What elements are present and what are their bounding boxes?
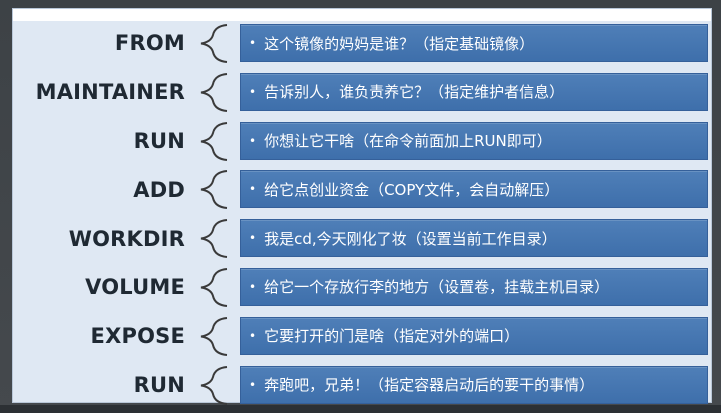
bullet-icon: • xyxy=(249,231,257,246)
bullet-icon: • xyxy=(249,84,257,99)
brace-icon xyxy=(200,316,228,356)
instruction-row: MAINTAINER • 告诉别人，谁负责养它？（指定维护者信息） xyxy=(13,68,713,117)
bullet-icon: • xyxy=(249,377,257,392)
instruction-description-box: • 它要打开的门是啥（指定对外的端口） xyxy=(240,316,708,355)
brace-icon xyxy=(200,170,228,210)
instruction-description: 给它一个存放行李的地方（设置卷，挂载主机目录） xyxy=(264,278,610,297)
instruction-description-box: • 给它一个存放行李的地方（设置卷，挂载主机目录） xyxy=(240,267,708,306)
instruction-description: 它要打开的门是啥（指定对外的端口） xyxy=(264,327,520,346)
instruction-description-box: • 告诉别人，谁负责养它？（指定维护者信息） xyxy=(240,72,708,111)
instruction-keyword: FROM xyxy=(114,31,185,56)
brace-icon xyxy=(200,121,228,161)
instruction-description: 告诉别人，谁负责养它？（指定维护者信息） xyxy=(264,83,565,102)
bullet-icon: • xyxy=(249,279,257,294)
instruction-row: RUN • 奔跑吧，兄弟！（指定容器启动后的要干的事情） xyxy=(13,361,713,410)
instruction-keyword: VOLUME xyxy=(85,275,185,300)
bullet-icon: • xyxy=(249,182,257,197)
instruction-description: 我是cd,今天刚化了妆（设置当前工作目录） xyxy=(264,229,557,248)
brace-icon xyxy=(200,365,228,405)
instruction-row: VOLUME • 给它一个存放行李的地方（设置卷，挂载主机目录） xyxy=(13,263,713,312)
brace-icon xyxy=(200,72,228,112)
slide: FROM • 这个镜像的妈妈是谁？（指定基础镜像） MAINTAINER • 告… xyxy=(12,8,712,405)
instruction-keyword: ADD xyxy=(133,177,185,202)
instruction-list: FROM • 这个镜像的妈妈是谁？（指定基础镜像） MAINTAINER • 告… xyxy=(13,19,713,409)
instruction-row: WORKDIR • 我是cd,今天刚化了妆（设置当前工作目录） xyxy=(13,214,713,263)
instruction-keyword: WORKDIR xyxy=(68,226,185,251)
instruction-description-box: • 我是cd,今天刚化了妆（设置当前工作目录） xyxy=(240,219,708,258)
instruction-row: ADD • 给它点创业资金（COPY文件，会自动解压） xyxy=(13,165,713,214)
instruction-description-box: • 这个镜像的妈妈是谁？（指定基础镜像） xyxy=(240,24,708,62)
bullet-icon: • xyxy=(249,133,257,148)
instruction-row: FROM • 这个镜像的妈妈是谁？（指定基础镜像） xyxy=(13,19,713,68)
instruction-description-box: • 给它点创业资金（COPY文件，会自动解压） xyxy=(240,170,708,209)
instruction-description-box: • 奔跑吧，兄弟！（指定容器启动后的要干的事情） xyxy=(240,365,708,404)
instruction-description-box: • 你想让它干啥（在命令前面加上RUN即可） xyxy=(240,121,708,160)
brace-icon xyxy=(200,219,228,259)
instruction-description: 奔跑吧，兄弟！（指定容器启动后的要干的事情） xyxy=(264,376,595,395)
screen-bottom-strip xyxy=(0,405,721,413)
brace-icon xyxy=(200,24,228,63)
bullet-icon: • xyxy=(249,328,257,343)
brace-icon xyxy=(200,267,228,307)
bullet-icon: • xyxy=(249,36,257,50)
instruction-description: 你想让它干啥（在命令前面加上RUN即可） xyxy=(264,132,552,151)
instruction-keyword: RUN xyxy=(133,128,185,153)
instruction-keyword: MAINTAINER xyxy=(35,80,185,105)
instruction-description: 给它点创业资金（COPY文件，会自动解压） xyxy=(264,180,560,199)
instruction-row: RUN • 你想让它干啥（在命令前面加上RUN即可） xyxy=(13,117,713,166)
instruction-row: EXPOSE • 它要打开的门是啥（指定对外的端口） xyxy=(13,312,713,361)
instruction-keyword: RUN xyxy=(133,372,185,397)
instruction-description: 这个镜像的妈妈是谁？（指定基础镜像） xyxy=(264,34,535,53)
instruction-keyword: EXPOSE xyxy=(90,324,185,349)
screen-frame: FROM • 这个镜像的妈妈是谁？（指定基础镜像） MAINTAINER • 告… xyxy=(0,0,721,413)
